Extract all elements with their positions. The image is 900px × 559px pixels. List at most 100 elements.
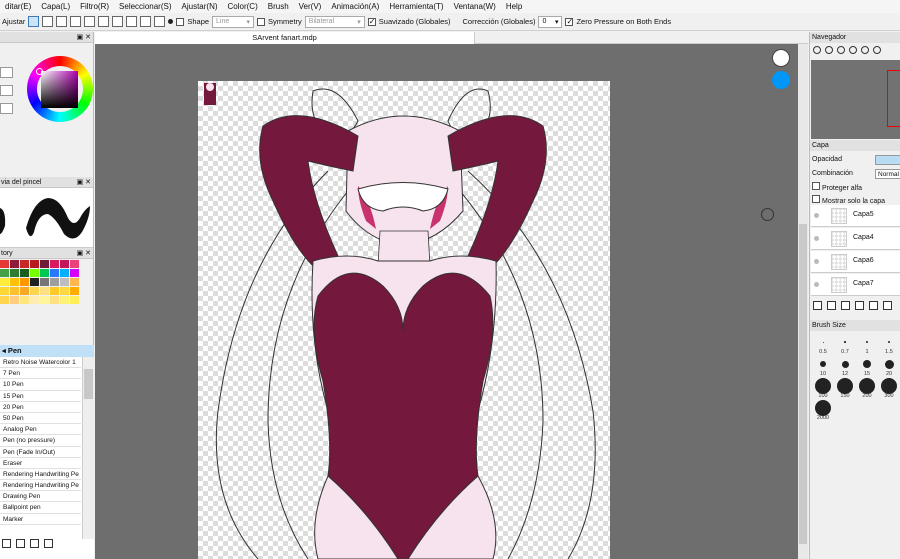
tool-item[interactable]: 20 Pen [0, 402, 81, 413]
color-swatch[interactable] [30, 287, 39, 295]
tool-item[interactable]: Drawing Pen [0, 491, 81, 503]
rotate-left-icon[interactable] [861, 46, 869, 54]
color-swatch[interactable] [50, 296, 59, 304]
brush-size-option[interactable]: 15 [856, 357, 878, 379]
color-value-box[interactable] [0, 103, 13, 114]
color-swatch[interactable] [40, 287, 49, 295]
color-swatch[interactable] [20, 278, 29, 286]
scrollbar-thumb[interactable] [84, 369, 93, 399]
tool-item[interactable]: 7 Pen [0, 368, 81, 380]
tool-list-scrollbar[interactable] [82, 357, 94, 539]
tool-item[interactable]: 50 Pen [0, 413, 81, 425]
color-swatch[interactable] [50, 260, 59, 268]
color-swatch[interactable] [70, 278, 79, 286]
rotate-right-icon[interactable] [873, 46, 881, 54]
menu-adjust[interactable]: Ajustar(N) [177, 0, 223, 13]
menu-view[interactable]: Ver(V) [294, 0, 327, 13]
menu-select[interactable]: Seleccionar(S) [114, 0, 176, 13]
zoom-fit-icon[interactable] [849, 46, 857, 54]
color-swatch[interactable] [30, 260, 39, 268]
brush-size-option[interactable]: 2000 [812, 400, 834, 423]
zoom-out-icon[interactable] [825, 46, 833, 54]
zoom-reset-icon[interactable] [837, 46, 845, 54]
color-swatch[interactable] [10, 260, 19, 268]
color-swatch[interactable] [40, 260, 49, 268]
visibility-icon[interactable] [814, 259, 819, 264]
color-swatch[interactable] [0, 269, 9, 277]
new-vector-layer-icon[interactable] [841, 301, 850, 310]
snap-icon[interactable] [56, 16, 68, 27]
color-swatch[interactable] [70, 269, 79, 277]
show-active-checkbox[interactable] [812, 195, 820, 203]
color-swatch[interactable] [10, 287, 19, 295]
correction-select[interactable]: 0 ▾ [538, 15, 563, 28]
canvas-scrollbar[interactable] [798, 44, 808, 559]
color-value-box[interactable] [0, 67, 13, 78]
viewport-indicator[interactable] [887, 70, 900, 127]
layer-row[interactable]: Capa4 [811, 228, 900, 250]
layer-row[interactable]: Capa7 [811, 274, 900, 296]
tool-item[interactable]: Rendering Handwriting Pe [0, 469, 81, 481]
color-swatch[interactable] [70, 296, 79, 304]
menu-filter[interactable]: Filtro(R) [75, 0, 114, 13]
trash-icon[interactable] [44, 538, 53, 548]
clear-layer-icon[interactable] [883, 301, 892, 310]
symmetry-select[interactable]: Bilateral ▾ [304, 15, 365, 28]
menu-edit[interactable]: ditar(E) [0, 0, 36, 13]
color-swatch[interactable] [20, 260, 29, 268]
concentric-icon[interactable] [98, 16, 110, 27]
tool-item[interactable]: Rendering Handwriting Pe [0, 480, 81, 492]
color-swatch[interactable] [10, 269, 19, 277]
saturation-value-square[interactable] [41, 71, 78, 108]
tool-item[interactable]: Eraser [0, 458, 81, 469]
color-swatch[interactable] [0, 278, 9, 286]
color-swatch[interactable] [20, 296, 29, 304]
color-swatch[interactable] [60, 296, 69, 304]
radial-icon[interactable] [112, 16, 124, 27]
tool-item[interactable]: Pen (Fade In/Out) [0, 447, 81, 458]
brush-size-option[interactable]: 1 [856, 335, 878, 357]
brush-size-option[interactable]: 20 [878, 357, 900, 379]
parallel-icon[interactable] [126, 16, 138, 27]
new-layer-icon[interactable] [813, 301, 822, 310]
brush-size-option[interactable]: 10 [812, 357, 834, 379]
brush-size-option[interactable]: 12 [834, 357, 856, 379]
shape-select[interactable]: Line ▾ [212, 15, 255, 28]
antialias-checkbox[interactable] [367, 17, 376, 26]
artboard[interactable] [198, 81, 610, 559]
tool-item[interactable]: 15 Pen [0, 391, 81, 402]
tool-item[interactable]: Pen (no pressure) [0, 435, 81, 447]
color-swatch[interactable] [30, 269, 39, 277]
brush-size-option[interactable]: 100 [812, 378, 834, 401]
color-swatch[interactable] [40, 269, 49, 277]
color-swatch[interactable] [50, 269, 59, 277]
brush-size-option[interactable]: 200 [856, 378, 878, 401]
color-swatch[interactable] [60, 278, 69, 286]
scrollbar-thumb[interactable] [799, 224, 807, 544]
brush-size-option[interactable]: 300 [878, 378, 900, 401]
blend-select[interactable]: Normal [875, 169, 900, 179]
color-swatch[interactable] [0, 296, 9, 304]
pixiv-icon[interactable] [772, 71, 790, 89]
color-swatch[interactable] [10, 278, 19, 286]
navigator-preview[interactable] [811, 60, 900, 139]
color-swatch[interactable] [40, 296, 49, 304]
color-swatch[interactable] [20, 287, 29, 295]
menu-tool[interactable]: Herramienta(T) [384, 0, 448, 13]
tool-list-header[interactable]: ◂ Pen [0, 345, 94, 357]
merge-icon[interactable] [869, 301, 878, 310]
tool-item[interactable]: Retro Noise Watercolor 1 [0, 357, 81, 369]
layer-row[interactable]: Capa5 [811, 205, 900, 227]
color-swatch[interactable] [10, 296, 19, 304]
color-swatch[interactable] [40, 278, 49, 286]
menu-color[interactable]: Color(C) [223, 0, 263, 13]
panel-controls-icon[interactable]: ▣ ✕ [77, 248, 91, 259]
document-tab[interactable]: SArvent fanart.mdp [95, 32, 475, 44]
menu-window[interactable]: Ventana(W) [449, 0, 501, 13]
shape-checkbox[interactable] [176, 17, 185, 26]
color-picker-knob[interactable] [36, 68, 43, 75]
color-swatch[interactable] [0, 260, 9, 268]
brush-size-option[interactable]: 150 [834, 378, 856, 401]
panel-controls-icon[interactable]: ▣ ✕ [77, 32, 91, 43]
brush-size-option[interactable]: 1.5 [878, 335, 900, 357]
